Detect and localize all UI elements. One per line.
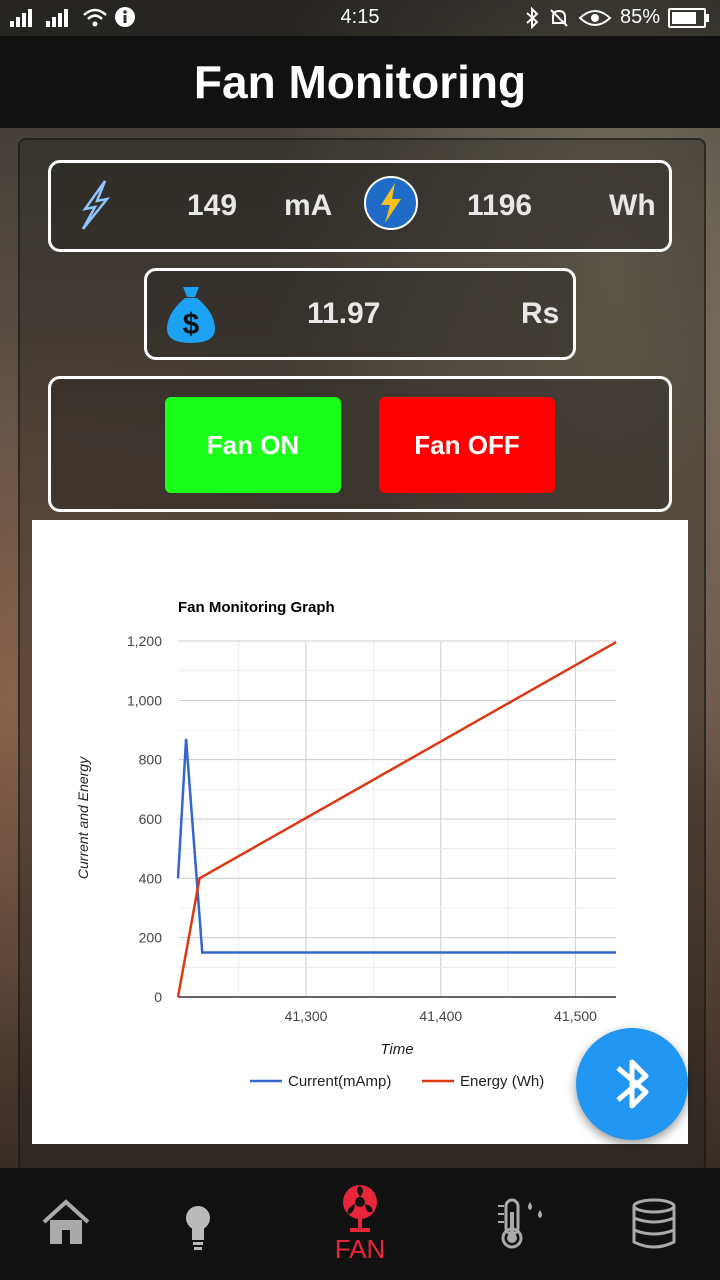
legend-label: Energy (Wh) (460, 1073, 544, 1090)
bluetooth-icon (526, 6, 539, 29)
bottom-navigation: FAN (0, 1168, 720, 1280)
money-bag-icon: $ (167, 287, 215, 343)
bluetooth-icon (616, 1059, 649, 1109)
energy-value: 1196 (467, 189, 533, 222)
y-tick-label: 0 (154, 989, 162, 1005)
x-tick-label: 41,400 (419, 1008, 462, 1024)
nav-light[interactable] (126, 1168, 270, 1280)
y-tick-label: 1,200 (127, 633, 162, 649)
home-icon (42, 1199, 90, 1244)
energy-icon (364, 176, 418, 230)
status-bar: 4:15 85% (0, 0, 720, 36)
thermometer-icon (498, 1198, 542, 1249)
cost-card: $ 11.97 Rs (144, 268, 576, 360)
battery-percent: 85% (619, 6, 660, 28)
controls-card: Fan ON Fan OFF (48, 376, 672, 512)
nav-temperature[interactable] (446, 1168, 590, 1280)
y-tick-label: 800 (139, 752, 163, 768)
x-tick-label: 41,500 (554, 1008, 597, 1024)
y-tick-label: 1,000 (127, 692, 162, 708)
x-axis-label: Time (380, 1041, 413, 1058)
nav-fan[interactable]: FAN (288, 1168, 432, 1280)
cost-unit: Rs (521, 297, 560, 330)
x-tick-label: 41,300 (285, 1008, 328, 1024)
database-icon (632, 1198, 676, 1249)
nav-database[interactable] (584, 1168, 720, 1280)
y-axis-label: Current and Energy (75, 756, 91, 879)
app-bar: Fan Monitoring (0, 36, 720, 128)
nav-fan-label: FAN (334, 1234, 386, 1264)
fan-off-button[interactable]: Fan OFF (379, 397, 555, 493)
current-series-line (176, 738, 616, 954)
cost-value: 11.97 (307, 297, 381, 330)
energy-unit: Wh (609, 189, 656, 222)
y-tick-label: 200 (139, 930, 163, 946)
battery-level (672, 11, 696, 24)
nav-home[interactable] (0, 1168, 144, 1280)
fan-icon (343, 1185, 377, 1232)
y-tick-label: 400 (139, 870, 163, 886)
chart-title: Fan Monitoring Graph (178, 599, 335, 616)
bell-off-icon (550, 8, 568, 27)
lightning-icon (81, 180, 111, 230)
y-tick-label: 600 (139, 811, 163, 827)
current-value: 149 (187, 189, 238, 222)
battery-icon (668, 7, 709, 28)
eye-icon (578, 9, 612, 26)
current-unit: mA (284, 189, 333, 222)
svg-text:$: $ (183, 308, 200, 341)
legend-label: Current(mAmp) (288, 1073, 391, 1090)
bluetooth-button[interactable] (576, 1028, 688, 1140)
readings-card: 149 mA 1196 Wh (48, 160, 672, 252)
lightbulb-icon (186, 1206, 210, 1250)
page-title: Fan Monitoring (193, 56, 527, 108)
fan-on-button[interactable]: Fan ON (165, 397, 341, 493)
energy-series-line (176, 641, 617, 998)
